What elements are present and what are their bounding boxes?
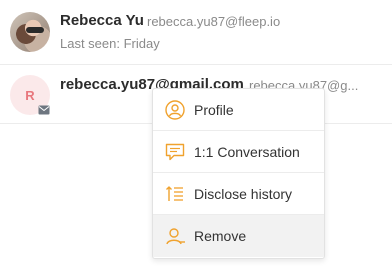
menu-item-remove[interactable]: Remove [153,215,324,257]
menu-item-label: Remove [194,228,247,244]
contact-email: rebecca.yu87@fleep.io [147,14,281,29]
contact-context-menu: Profile 1:1 Conversation Disclose histor… [152,88,325,259]
remove-user-icon [166,228,185,245]
profile-icon [165,99,185,120]
menu-item-label: Profile [194,101,234,118]
avatar [10,12,50,52]
menu-item-profile[interactable]: Profile [153,89,324,131]
chat-bubble-icon [165,143,185,160]
menu-item-conversation[interactable]: 1:1 Conversation [153,131,324,173]
contact-name: Rebecca Yu [60,12,144,29]
menu-item-label: 1:1 Conversation [194,143,300,160]
menu-item-label: Disclose history [194,185,293,202]
contact-row-rebecca-yu[interactable]: Rebecca Yu rebecca.yu87@fleep.io Last se… [0,0,392,64]
avatar-photo-detail [26,27,44,33]
envelope-icon [38,105,50,115]
disclose-history-icon [166,185,183,201]
menu-item-disclose-history[interactable]: Disclose history [153,173,324,215]
last-seen-status: Last seen: Friday [60,36,160,51]
